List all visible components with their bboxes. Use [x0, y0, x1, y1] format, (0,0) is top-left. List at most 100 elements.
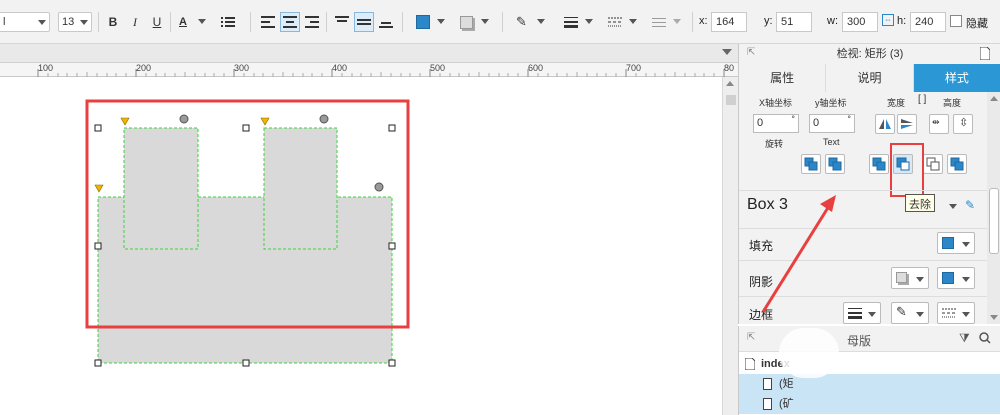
masters-panel: ⇱ 母版 ⧩ index (矩 (矿 — [738, 326, 1000, 415]
underline-button[interactable]: U — [147, 12, 167, 32]
canvas-vertical-scrollbar[interactable] — [722, 77, 738, 415]
design-canvas[interactable] — [0, 77, 722, 415]
combine-button[interactable] — [947, 154, 967, 174]
align-bottom-icon[interactable] — [376, 12, 396, 32]
expand-icon[interactable]: ⇱ — [747, 332, 755, 343]
shadow-color-dropdown[interactable] — [937, 267, 975, 289]
resize-handle[interactable] — [94, 242, 102, 250]
x-axis-label: X轴坐标 — [759, 98, 793, 108]
shape-name[interactable]: Box 3 — [747, 196, 788, 214]
align-top-icon[interactable] — [332, 12, 352, 32]
resize-handle[interactable] — [242, 359, 250, 367]
pen-icon: ✎ — [896, 304, 907, 319]
outline-item[interactable]: (矿 — [739, 394, 1000, 414]
resize-handle[interactable] — [94, 359, 102, 367]
scroll-up-icon[interactable] — [990, 96, 998, 101]
subtract-front-button[interactable] — [825, 154, 845, 174]
rotate-handle[interactable] — [319, 114, 329, 124]
outline-item[interactable]: (矩 — [739, 374, 1000, 394]
search-icon[interactable] — [979, 332, 991, 344]
exclude-button[interactable] — [923, 154, 943, 174]
x-axis-field[interactable]: 0 ° — [753, 114, 799, 133]
tab-notes[interactable]: 说明 — [826, 64, 914, 92]
shape-icon — [763, 398, 772, 410]
hide-checkbox[interactable] — [950, 15, 962, 27]
h-field[interactable]: 240 — [910, 12, 946, 32]
distribute-vertical-icon: ⇳ — [959, 117, 969, 129]
shadow-type-dropdown[interactable] — [891, 267, 929, 289]
line-width-button[interactable] — [560, 12, 596, 32]
resize-handle[interactable] — [388, 124, 396, 132]
distribute-horizontal-button[interactable]: ⇹ — [929, 114, 949, 134]
ruler-label: 400 — [332, 63, 348, 73]
box-shape-right[interactable] — [263, 127, 338, 250]
line-color-button[interactable]: ✎ — [512, 12, 548, 32]
flip-vertical-button[interactable] — [897, 114, 917, 134]
tab-style[interactable]: 样式 — [913, 64, 1000, 92]
box-shape-left[interactable] — [123, 127, 199, 250]
tooltip: 去除 — [905, 194, 935, 212]
line-style-button[interactable] — [604, 12, 640, 32]
outline-item-root[interactable]: index — [739, 354, 1000, 374]
union-button[interactable] — [801, 154, 821, 174]
border-width-dropdown[interactable] — [843, 302, 881, 324]
canvas-shapes — [85, 99, 410, 367]
intersect-button[interactable] — [869, 154, 889, 174]
arrow-style-button[interactable] — [648, 12, 684, 32]
resize-handle[interactable] — [388, 242, 396, 250]
inspector-title: 检视: 矩形 (3) — [836, 48, 904, 60]
y-axis-value: 0 — [813, 117, 820, 129]
font-size-select[interactable]: 13 — [58, 12, 92, 32]
resize-handle[interactable] — [94, 124, 102, 132]
rotate-handle[interactable] — [179, 114, 189, 124]
rotate-label: 旋转 — [765, 139, 784, 149]
scroll-thumb[interactable] — [989, 188, 999, 254]
rotate-handle[interactable] — [374, 182, 384, 192]
y-field[interactable]: 51 — [776, 12, 812, 32]
lock-ratio-icon[interactable]: ⇔ — [882, 14, 894, 26]
page-icon[interactable] — [980, 47, 990, 60]
y-axis-label: y轴坐标 — [815, 98, 847, 108]
border-style-dropdown[interactable] — [937, 302, 975, 324]
edit-style-icon[interactable]: ✎ — [965, 198, 975, 212]
italic-button[interactable]: I — [125, 12, 145, 32]
fill-color-button[interactable] — [412, 12, 448, 32]
tab-menu-icon[interactable] — [722, 49, 732, 55]
align-middle-icon[interactable] — [354, 12, 374, 32]
border-label: 边框 — [749, 308, 774, 322]
font-family-select[interactable]: l — [0, 12, 50, 32]
bullet-list-icon[interactable] — [218, 12, 238, 32]
corner-radius-handle[interactable] — [120, 117, 130, 126]
shadow-button[interactable] — [456, 12, 492, 32]
align-left-icon[interactable] — [258, 12, 278, 32]
corner-radius-handle[interactable] — [260, 117, 270, 126]
tab-properties[interactable]: 属性 — [739, 64, 827, 92]
inspector-panel: ⇱ 检视: 矩形 (3) 属性 说明 样式 X轴坐标 y轴坐标 宽度 [ ] 高… — [738, 44, 1000, 324]
font-color-button[interactable]: A — [175, 12, 209, 32]
inspector-scrollbar[interactable] — [987, 92, 1000, 324]
distribute-vertical-button[interactable]: ⇳ — [953, 114, 973, 134]
horizontal-ruler: 100 200 300 400 500 600 700 80 — [0, 63, 738, 77]
border-color-dropdown[interactable]: ✎ — [891, 302, 929, 324]
x-field[interactable]: 164 — [711, 12, 747, 32]
fill-color-dropdown[interactable] — [937, 232, 975, 254]
ruler-label: 700 — [626, 63, 642, 73]
w-field[interactable]: 300 — [842, 12, 878, 32]
scroll-up-icon[interactable] — [726, 81, 734, 86]
fit-size-icon[interactable]: [ ] — [918, 94, 926, 105]
scroll-down-icon[interactable] — [990, 315, 998, 320]
bold-button[interactable]: B — [103, 12, 123, 32]
scroll-thumb[interactable] — [726, 95, 736, 105]
shape-style-dropdown-icon[interactable] — [949, 204, 957, 209]
align-center-icon[interactable] — [280, 12, 300, 32]
watermark — [779, 328, 839, 378]
y-axis-field[interactable]: 0 ° — [809, 114, 855, 133]
resize-handle[interactable] — [388, 359, 396, 367]
resize-handle[interactable] — [242, 124, 250, 132]
flip-horizontal-button[interactable] — [875, 114, 895, 134]
corner-radius-handle[interactable] — [94, 184, 104, 193]
font-color-glyph: A — [179, 16, 187, 28]
align-right-icon[interactable] — [302, 12, 322, 32]
filter-icon[interactable]: ⧩ — [959, 331, 970, 346]
outline-item-label: (矩 — [779, 378, 794, 390]
